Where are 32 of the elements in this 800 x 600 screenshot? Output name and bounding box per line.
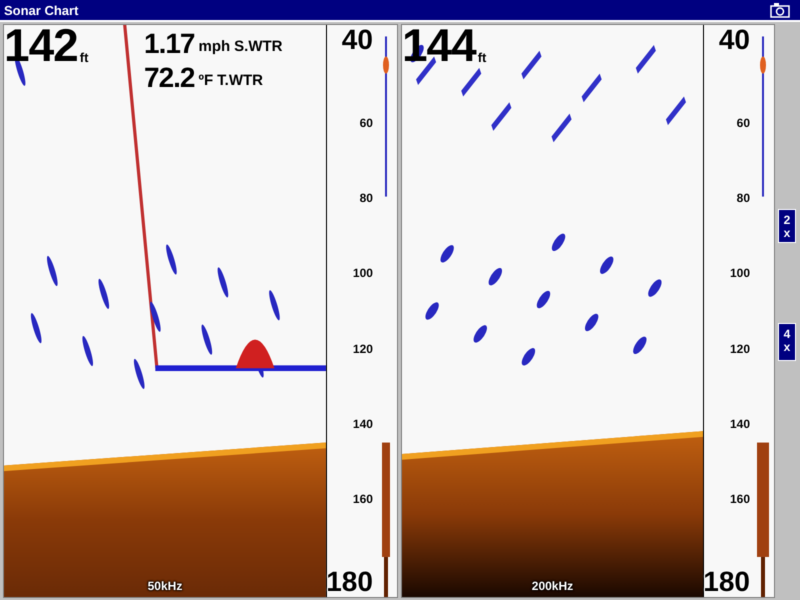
depth-scale-label: 40 — [342, 25, 373, 55]
depth-scale-label: 140 — [730, 416, 750, 431]
frequency-label: 50kHz — [148, 579, 182, 593]
reading-label: T.WTR — [217, 72, 263, 89]
reading-value: 72.2 — [144, 63, 194, 93]
reading-unit: ºF — [198, 72, 214, 89]
depth-scale-label: 180 — [326, 566, 373, 597]
depth-scale-label: 60 — [360, 116, 373, 130]
reading-unit: mph — [198, 38, 230, 55]
depth-scale-label: 100 — [352, 266, 373, 280]
zoom-button[interactable]: 2x — [778, 209, 796, 243]
depth-value: 142 — [4, 25, 78, 65]
depth-scale-label: 180 — [703, 566, 750, 597]
depth-scale-label: 40 — [718, 25, 750, 55]
depth-scale-label: 120 — [730, 342, 750, 356]
window-title: Sonar Chart — [4, 2, 78, 18]
depth-scale-label: 160 — [352, 492, 373, 506]
frequency-label: 200kHz — [532, 579, 574, 593]
depth-scale-label: 80 — [736, 191, 750, 206]
reading-label: S.WTR — [234, 38, 282, 55]
depth-unit: ft — [478, 50, 486, 65]
zoom-button[interactable]: 4x — [778, 323, 796, 361]
depth-scale-label: 140 — [352, 416, 373, 431]
depth-scale-label: 160 — [730, 492, 750, 506]
depth-scale-label: 60 — [736, 116, 750, 130]
depth-scale-label: 80 — [360, 191, 373, 206]
depth-value: 144 — [402, 25, 476, 65]
depth-scale-label: 100 — [730, 266, 750, 280]
depth-unit: ft — [80, 50, 88, 65]
camera-icon[interactable] — [770, 2, 790, 18]
reading-value: 1.17 — [144, 29, 194, 59]
depth-scale-label: 120 — [352, 342, 373, 356]
